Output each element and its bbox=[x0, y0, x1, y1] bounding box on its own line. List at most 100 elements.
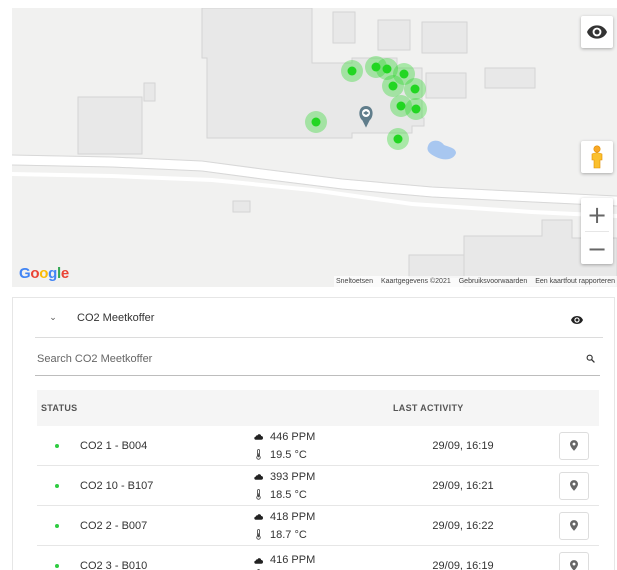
last-activity-time: 29/09, 16:21 bbox=[432, 479, 494, 492]
cloud-icon bbox=[252, 556, 265, 565]
device-readings: 446 PPM 19.5 °C bbox=[252, 428, 382, 464]
map-pin-icon bbox=[570, 520, 578, 531]
table-row[interactable]: CO2 2 - B007 418 PPM 18.7 °C 29/09, 16:22 bbox=[37, 506, 599, 546]
map-pin-icon bbox=[570, 480, 578, 491]
device-name: CO2 2 - B007 bbox=[80, 519, 148, 532]
pegman-icon bbox=[591, 145, 603, 169]
column-status[interactable]: STATUS bbox=[37, 403, 393, 413]
co2-reading: 418 PPM bbox=[252, 508, 382, 526]
building bbox=[425, 72, 467, 99]
table-header: STATUS LAST ACTIVITY bbox=[37, 390, 599, 426]
locate-on-map-button[interactable] bbox=[559, 511, 589, 540]
co2-reading: 393 PPM bbox=[252, 468, 382, 486]
street-view-button[interactable] bbox=[581, 141, 613, 173]
search-input[interactable] bbox=[35, 352, 580, 365]
panel-visibility-button[interactable] bbox=[571, 311, 583, 329]
eye-icon bbox=[587, 25, 607, 39]
locate-on-map-button[interactable] bbox=[559, 551, 589, 570]
map-view[interactable]: + − Google Sneltoetsen Kaartgegevens ©202… bbox=[12, 8, 617, 287]
device-readings: 393 PPM 18.5 °C bbox=[252, 468, 382, 504]
locate-on-map-button[interactable] bbox=[559, 431, 589, 460]
building bbox=[143, 82, 156, 102]
device-table: STATUS LAST ACTIVITY CO2 1 - B004 446 PPM… bbox=[37, 390, 599, 570]
visibility-toggle-button[interactable] bbox=[581, 16, 613, 48]
sensor-marker[interactable] bbox=[405, 98, 427, 120]
device-readings: 418 PPM 18.7 °C bbox=[252, 508, 382, 544]
device-name: CO2 3 - B010 bbox=[80, 559, 148, 570]
co2-value: 446 PPM bbox=[270, 430, 316, 443]
building bbox=[332, 11, 356, 44]
thermometer-icon bbox=[252, 489, 265, 500]
search-bar bbox=[35, 342, 600, 376]
table-body: CO2 1 - B004 446 PPM 19.5 °C 29/09, 16:19 CO… bbox=[37, 426, 599, 570]
logo-letter: g bbox=[48, 265, 57, 282]
status-indicator bbox=[55, 443, 59, 448]
logo-letter: G bbox=[19, 265, 31, 282]
co2-value: 393 PPM bbox=[270, 470, 316, 483]
device-name: CO2 1 - B004 bbox=[80, 439, 148, 452]
temperature-value: 18.5 °C bbox=[270, 488, 307, 501]
map-pin-icon bbox=[570, 560, 578, 570]
building bbox=[408, 254, 465, 278]
device-readings: 416 PPM bbox=[252, 551, 382, 570]
building bbox=[232, 200, 251, 213]
road bbox=[12, 155, 617, 206]
panel-title: CO2 Meetkoffer bbox=[77, 311, 155, 324]
co2-reading: 446 PPM bbox=[252, 428, 382, 446]
attribution-link[interactable]: Een kaartfout rapporteren bbox=[535, 278, 615, 285]
panel-header[interactable]: ⌄ CO2 Meetkoffer bbox=[35, 298, 603, 338]
last-activity-time: 29/09, 16:22 bbox=[432, 519, 494, 532]
building bbox=[421, 21, 468, 54]
co2-value: 416 PPM bbox=[270, 554, 316, 566]
temperature-reading: 18.7 °C bbox=[252, 526, 382, 544]
pond bbox=[427, 140, 456, 160]
logo-letter: o bbox=[30, 265, 40, 282]
table-row[interactable]: CO2 10 - B107 393 PPM 18.5 °C 29/09, 16:21 bbox=[37, 466, 599, 506]
logo-letter: e bbox=[60, 265, 69, 282]
cloud-icon bbox=[252, 472, 265, 481]
building bbox=[484, 67, 536, 89]
chevron-down-icon[interactable]: ⌄ bbox=[39, 312, 67, 323]
zoom-out-button[interactable]: − bbox=[581, 232, 613, 265]
sensor-marker[interactable] bbox=[404, 78, 426, 100]
status-indicator bbox=[55, 563, 59, 568]
table-row[interactable]: CO2 3 - B010 416 PPM 29/09, 16:19 bbox=[37, 546, 599, 570]
status-indicator bbox=[55, 483, 59, 488]
attribution-link[interactable]: Sneltoetsen bbox=[336, 278, 373, 285]
temperature-reading: 18.5 °C bbox=[252, 486, 382, 504]
zoom-in-button[interactable]: + bbox=[581, 198, 613, 231]
building bbox=[77, 96, 143, 155]
status-indicator bbox=[55, 523, 59, 528]
co2-value: 418 PPM bbox=[270, 510, 316, 523]
building bbox=[377, 19, 411, 51]
temperature-reading: 19.5 °C bbox=[252, 446, 382, 464]
last-activity-time: 29/09, 16:19 bbox=[432, 439, 494, 452]
map-attribution: Sneltoetsen Kaartgegevens ©2021 Gebruiksvo… bbox=[333, 276, 617, 287]
sensor-marker[interactable] bbox=[341, 60, 363, 82]
search-icon[interactable] bbox=[580, 354, 600, 363]
cloud-icon bbox=[252, 512, 265, 521]
column-last-activity[interactable]: LAST ACTIVITY bbox=[393, 403, 523, 413]
thermometer-icon bbox=[252, 529, 265, 540]
sensor-marker[interactable] bbox=[387, 128, 409, 150]
attribution-link[interactable]: Kaartgegevens ©2021 bbox=[381, 278, 451, 285]
zoom-controls: + − bbox=[581, 198, 613, 264]
table-row[interactable]: CO2 1 - B004 446 PPM 19.5 °C 29/09, 16:19 bbox=[37, 426, 599, 466]
device-name: CO2 10 - B107 bbox=[80, 479, 154, 492]
locate-on-map-button[interactable] bbox=[559, 471, 589, 500]
device-panel: ⌄ CO2 Meetkoffer STATUS LAST ACTIVITY CO… bbox=[12, 297, 615, 570]
attribution-link[interactable]: Gebruiksvoorwaarden bbox=[459, 278, 527, 285]
map-pin-icon bbox=[570, 440, 578, 451]
sensor-marker[interactable] bbox=[382, 75, 404, 97]
eye-icon bbox=[571, 316, 583, 324]
last-activity-time: 29/09, 16:19 bbox=[432, 559, 494, 570]
co2-reading: 416 PPM bbox=[252, 551, 382, 569]
temperature-value: 18.7 °C bbox=[270, 528, 307, 541]
sensor-marker[interactable] bbox=[305, 111, 327, 133]
map-canvas[interactable] bbox=[12, 8, 617, 287]
cloud-icon bbox=[252, 432, 265, 441]
temperature-value: 19.5 °C bbox=[270, 448, 307, 461]
thermometer-icon bbox=[252, 449, 265, 460]
google-logo[interactable]: Google bbox=[19, 265, 69, 282]
logo-letter: o bbox=[39, 265, 49, 282]
